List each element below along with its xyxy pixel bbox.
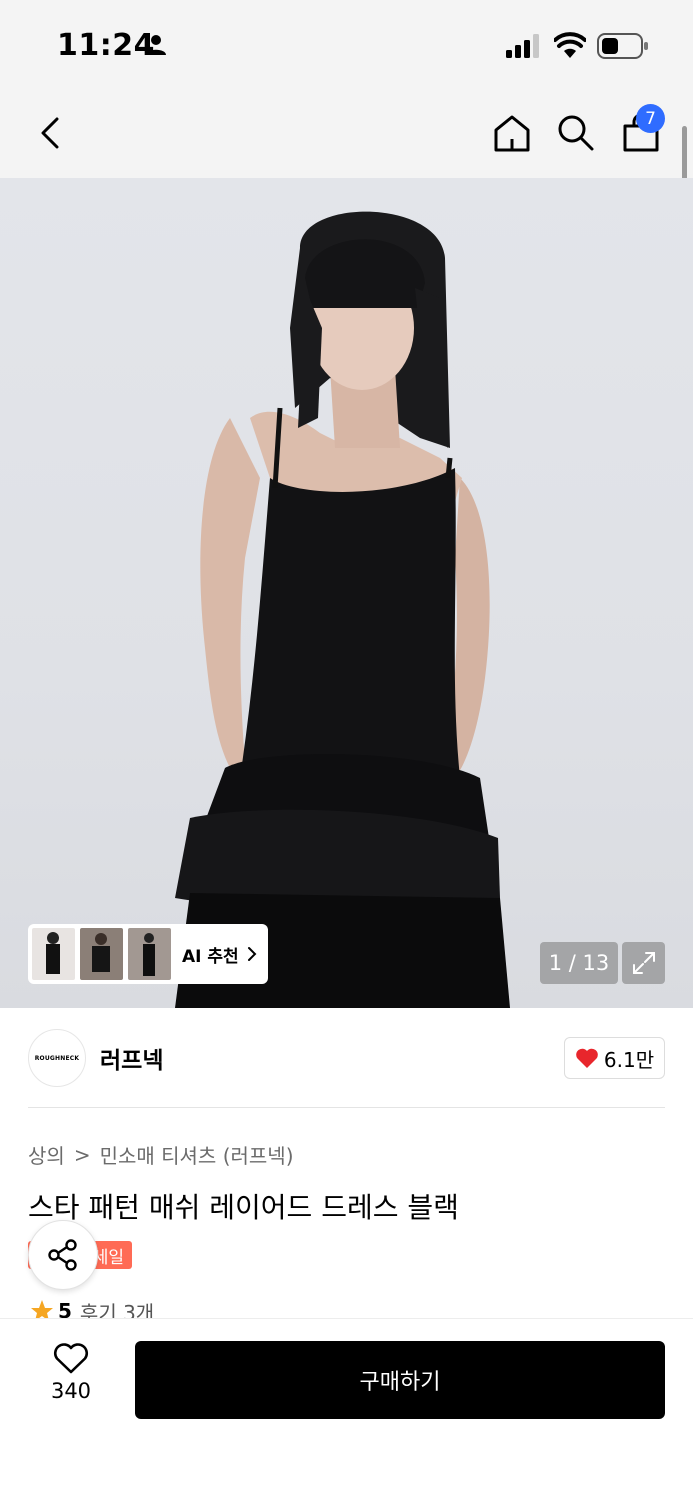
brand-like-count: 6.1만 [603, 1047, 655, 1072]
breadcrumb-item[interactable]: 상의 [28, 1140, 65, 1169]
status-bar: 11:24 [0, 0, 693, 88]
breadcrumb-item[interactable]: 민소매 티셔츠 (러프넥) [100, 1140, 294, 1169]
brand-like-button[interactable]: 6.1만 [564, 1037, 665, 1079]
ai-recommendation-label: AI 추천 [182, 946, 239, 967]
expand-button[interactable] [622, 942, 665, 984]
back-button[interactable] [30, 88, 70, 178]
product-image-gallery[interactable]: AI 추천 1 / 13 [0, 178, 693, 1008]
brand-row[interactable]: ROUGHNECK 러프넥 6.1만 [0, 1008, 693, 1108]
home-button[interactable] [490, 88, 534, 178]
recommendation-thumbnail[interactable] [128, 928, 171, 980]
image-page-counter: 1 / 13 [540, 942, 618, 984]
top-nav-bar [0, 88, 693, 178]
home-icon [494, 115, 530, 152]
cart-count-badge: 7 [636, 104, 665, 133]
bottom-action-bar: 340 구매하기 [0, 1318, 693, 1500]
share-icon [48, 1239, 77, 1271]
search-button[interactable] [555, 88, 597, 178]
back-chevron-icon [41, 117, 59, 149]
heart-outline-icon [54, 1343, 88, 1374]
breadcrumb-separator: > [73, 1142, 91, 1167]
breadcrumb: 상의 > 민소매 티셔츠 (러프넥) [28, 1140, 294, 1169]
battery-icon [597, 33, 648, 59]
status-time: 11:24 [57, 28, 155, 63]
brand-logo-text: ROUGHNECK [34, 1054, 80, 1062]
divider [28, 1107, 665, 1108]
share-button[interactable] [28, 1220, 98, 1290]
brand-name[interactable]: 러프넥 [100, 1041, 163, 1075]
heart-filled-icon [576, 1048, 598, 1068]
wishlist-button[interactable]: 340 [36, 1343, 106, 1413]
wifi-icon [554, 32, 586, 58]
wishlist-count: 340 [50, 1379, 92, 1403]
person-icon [146, 35, 166, 55]
chevron-right-icon [247, 947, 257, 961]
recommendation-thumbnail[interactable] [32, 928, 75, 980]
buy-button[interactable]: 구매하기 [135, 1341, 665, 1419]
product-photo [175, 211, 510, 1008]
product-title: 스타 패턴 매쉬 레이어드 드레스 블랙 [28, 1191, 459, 1224]
brand-logo[interactable]: ROUGHNECK [28, 1029, 86, 1087]
recommendation-thumbnail[interactable] [80, 928, 123, 980]
expand-icon [632, 952, 655, 974]
ai-recommendation-strip[interactable]: AI 추천 [28, 924, 268, 984]
search-icon [558, 115, 594, 151]
signal-icon [506, 34, 539, 58]
cart-button[interactable] [618, 88, 664, 178]
